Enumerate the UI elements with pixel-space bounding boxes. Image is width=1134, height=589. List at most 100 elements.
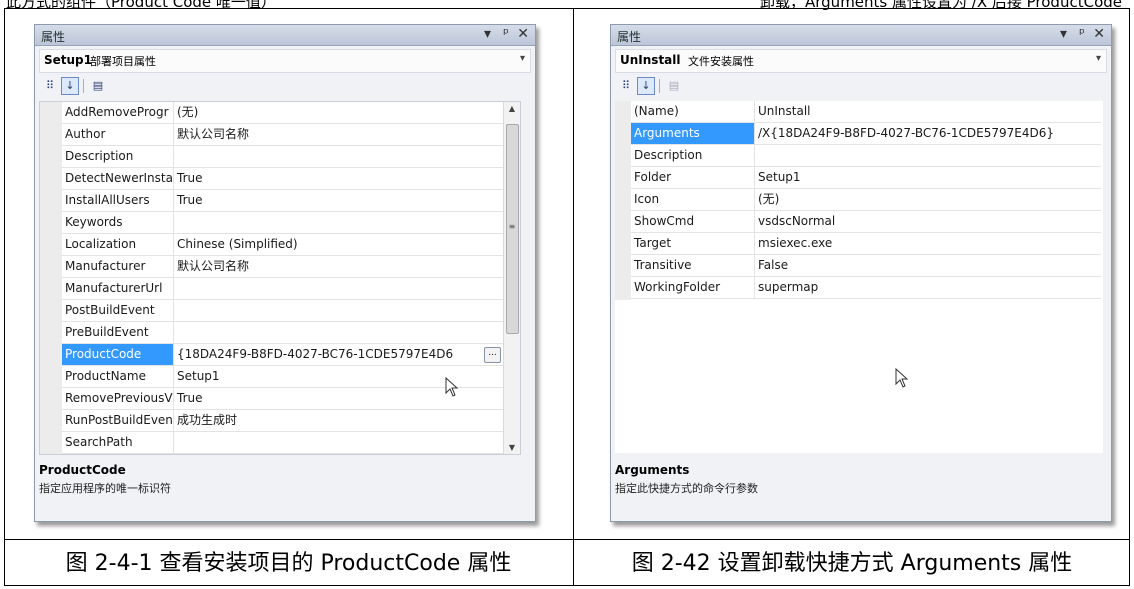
property-value[interactable]: True xyxy=(174,168,504,189)
property-pages-icon[interactable]: ▤ xyxy=(665,77,683,95)
close-icon[interactable]: ✕ xyxy=(1093,26,1105,42)
property-value[interactable]: 成功生成时 xyxy=(174,410,504,431)
property-value[interactable]: 默认公司名称 xyxy=(174,124,504,145)
property-row[interactable]: Target msiexec.exe xyxy=(631,233,1101,255)
property-row[interactable]: Manufacturer 默认公司名称 xyxy=(62,256,504,278)
property-value[interactable]: True xyxy=(174,190,504,211)
vertical-scrollbar[interactable]: ▲ ≡ ▼ xyxy=(503,102,520,454)
description-text: 指定应用程序的唯一标识符 xyxy=(39,482,171,495)
property-row[interactable]: ManufacturerUrl xyxy=(62,278,504,300)
ellipsis-button[interactable]: ... xyxy=(484,347,501,363)
property-row[interactable]: PostBuildEvent xyxy=(62,300,504,322)
property-value[interactable] xyxy=(174,278,504,299)
object-type: 文件安装属性 xyxy=(688,55,754,68)
property-name: ShowCmd xyxy=(631,211,755,232)
toolbar-separator xyxy=(83,79,84,93)
property-name: Localization xyxy=(62,234,174,255)
property-value[interactable]: Setup1 xyxy=(755,167,1101,188)
property-value[interactable] xyxy=(755,145,1101,166)
caption-right: 图 2-42 设置卸载快捷方式 Arguments 属性 xyxy=(631,551,1073,576)
property-name: RemovePreviousV xyxy=(62,388,174,409)
property-row[interactable]: ProductName Setup1 xyxy=(62,366,504,388)
property-value[interactable] xyxy=(174,322,504,343)
property-row[interactable]: WorkingFolder supermap xyxy=(631,277,1101,299)
property-name: Author xyxy=(62,124,174,145)
object-name: Setup1 xyxy=(44,53,92,67)
object-type: 部署项目属性 xyxy=(90,55,156,68)
pin-icon[interactable]: ᵖ xyxy=(503,26,509,42)
property-value[interactable] xyxy=(174,432,504,453)
property-pages-icon[interactable]: ▤ xyxy=(89,77,107,95)
property-row[interactable]: SearchPath xyxy=(62,432,504,454)
property-row[interactable]: InstallAllUsers True xyxy=(62,190,504,212)
object-selector-dropdown-icon[interactable]: ▾ xyxy=(520,53,525,64)
property-name: Description xyxy=(631,145,755,166)
property-value[interactable] xyxy=(174,212,504,233)
property-row[interactable]: ShowCmd vsdscNormal xyxy=(631,211,1101,233)
property-value[interactable]: (无) xyxy=(755,189,1101,210)
property-name: Target xyxy=(631,233,755,254)
property-value[interactable]: {18DA24F9-B8FD-4027-BC76-1CDE5797E4D6 xyxy=(174,344,482,365)
property-row[interactable]: (Name) UnInstall xyxy=(631,101,1101,123)
panel-titlebar: 属性 ▾ ᵖ ✕ xyxy=(35,25,535,46)
property-name: Arguments xyxy=(631,123,755,144)
property-value[interactable]: vsdscNormal xyxy=(755,211,1101,232)
property-row[interactable]: Author 默认公司名称 xyxy=(62,124,504,146)
panel-toolbar: ⠿ ↓ ▤ xyxy=(615,75,1107,97)
description-title: ProductCode xyxy=(39,463,126,477)
property-value[interactable]: (无) xyxy=(174,102,504,123)
property-name: ManufacturerUrl xyxy=(62,278,174,299)
scroll-down-icon[interactable]: ▼ xyxy=(504,443,520,452)
object-selector[interactable]: Setup1 部署项目属性 ▾ xyxy=(39,49,531,73)
property-row[interactable]: Transitive False xyxy=(631,255,1101,277)
property-row[interactable]: Localization Chinese (Simplified) xyxy=(62,234,504,256)
scroll-up-icon[interactable]: ▲ xyxy=(504,104,520,113)
dropdown-arrow-icon[interactable]: ▾ xyxy=(1060,26,1067,42)
property-row[interactable]: RemovePreviousV True xyxy=(62,388,504,410)
property-row[interactable]: PreBuildEvent xyxy=(62,322,504,344)
alphabetical-sort-icon[interactable]: ↓ xyxy=(61,77,79,95)
property-name: AddRemoveProgr xyxy=(62,102,174,123)
property-value[interactable]: /X{18DA24F9-B8FD-4027-BC76-1CDE5797E4D6} xyxy=(755,123,1101,144)
object-selector[interactable]: UnInstall 文件安装属性 ▾ xyxy=(615,49,1107,73)
property-name: WorkingFolder xyxy=(631,277,755,298)
property-value[interactable]: UnInstall xyxy=(755,101,1101,122)
property-row[interactable]: Description xyxy=(631,145,1101,167)
dropdown-arrow-icon[interactable]: ▾ xyxy=(484,26,491,42)
property-name: DetectNewerInsta xyxy=(62,168,174,189)
close-icon[interactable]: ✕ xyxy=(517,26,529,42)
object-selector-dropdown-icon[interactable]: ▾ xyxy=(1096,53,1101,64)
property-name: Description xyxy=(62,146,174,167)
property-grid: (Name) UnInstall Arguments/X{18DA24F9-B8FD… xyxy=(615,101,1103,453)
properties-panel-left: 属性 ▾ ᵖ ✕ Setup1 部署项目属性 ▾ ⠿ ↓ ▤ AddRemove… xyxy=(34,24,536,522)
property-name: Keywords xyxy=(62,212,174,233)
categorized-icon[interactable]: ⠿ xyxy=(617,77,635,95)
categorized-icon[interactable]: ⠿ xyxy=(41,77,59,95)
property-row[interactable]: Description xyxy=(62,146,504,168)
property-value[interactable]: False xyxy=(755,255,1101,276)
property-value[interactable]: supermap xyxy=(755,277,1101,298)
property-value[interactable]: 默认公司名称 xyxy=(174,256,504,277)
property-name: PostBuildEvent xyxy=(62,300,174,321)
property-value[interactable]: Chinese (Simplified) xyxy=(174,234,504,255)
property-row[interactable]: ProductCode {18DA24F9-B8FD-4027-BC76-1CDE… xyxy=(62,344,504,366)
property-row[interactable]: AddRemoveProgr (无) xyxy=(62,102,504,124)
property-row[interactable]: Icon (无) xyxy=(631,189,1101,211)
panel-title: 属性 xyxy=(41,30,66,44)
property-value[interactable] xyxy=(174,146,504,167)
description-pane: ProductCode 指定应用程序的唯一标识符 xyxy=(39,463,531,515)
pin-icon[interactable]: ᵖ xyxy=(1079,26,1085,42)
property-row[interactable]: Arguments/X{18DA24F9-B8FD-4027-BC76-1CDE… xyxy=(631,123,1101,145)
property-row[interactable]: RunPostBuildEven 成功生成时 xyxy=(62,410,504,432)
property-row[interactable]: DetectNewerInsta True xyxy=(62,168,504,190)
alphabetical-sort-icon[interactable]: ↓ xyxy=(637,77,655,95)
property-value[interactable]: msiexec.exe xyxy=(755,233,1101,254)
property-value[interactable] xyxy=(174,300,504,321)
property-row[interactable]: Keywords xyxy=(62,212,504,234)
property-name: SearchPath xyxy=(62,432,174,453)
property-name: (Name) xyxy=(631,101,755,122)
property-name: Icon xyxy=(631,189,755,210)
table-vertical-divider xyxy=(573,8,574,586)
property-row[interactable]: Folder Setup1 xyxy=(631,167,1101,189)
property-grid: AddRemoveProgr (无) Author 默认公司名称 Description… xyxy=(39,101,521,455)
